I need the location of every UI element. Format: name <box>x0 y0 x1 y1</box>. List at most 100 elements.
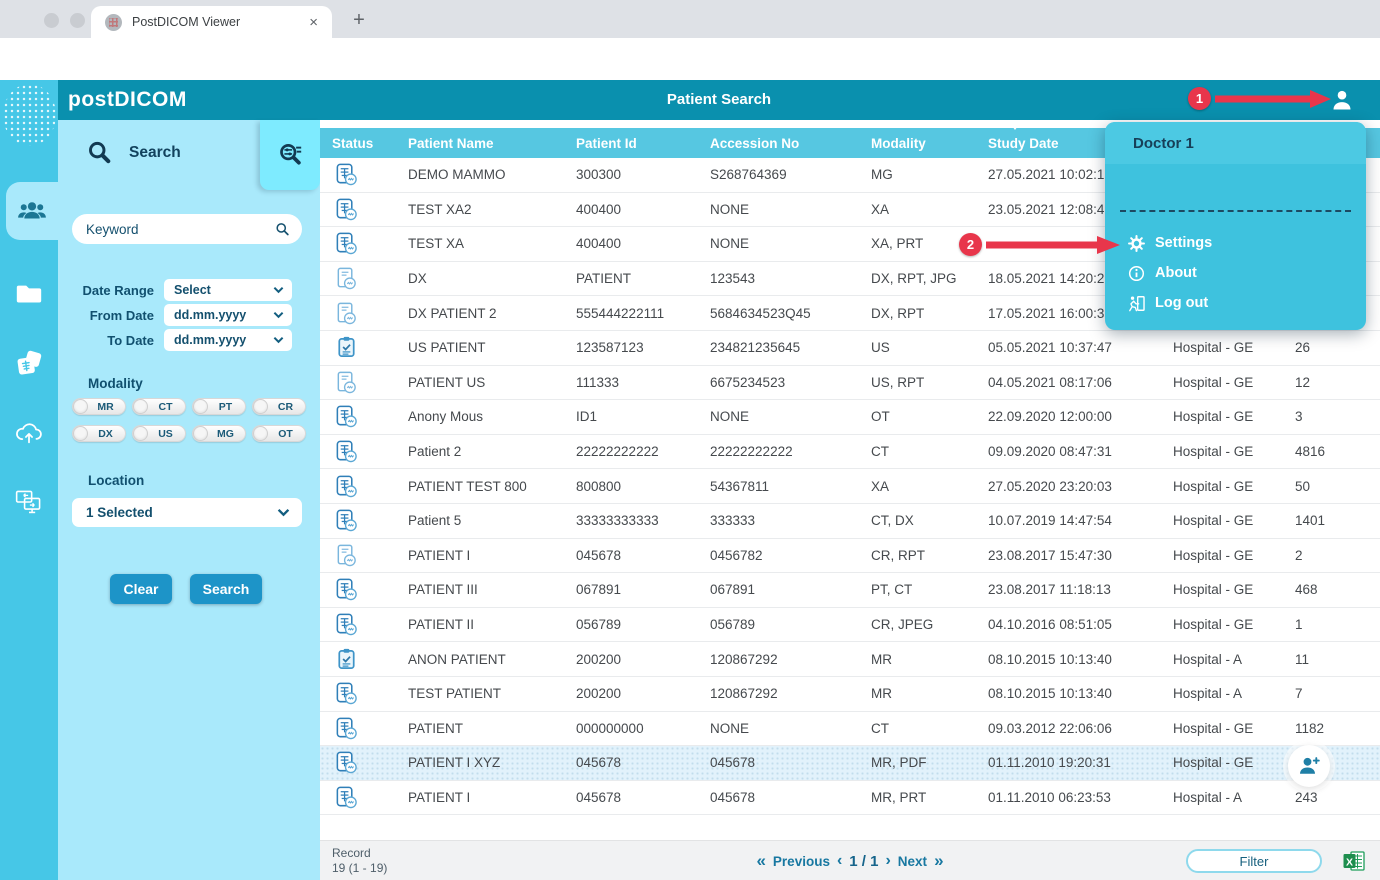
status-cell <box>332 612 408 637</box>
clear-button[interactable]: Clear <box>110 574 172 604</box>
chevron-down-icon <box>273 311 284 319</box>
tab-basic-search[interactable]: Search <box>58 124 258 182</box>
report-signed-status-icon <box>334 404 359 429</box>
next-page-chevron[interactable]: › <box>885 852 890 870</box>
browser-tab[interactable]: PostDICOM Viewer × <box>91 6 332 38</box>
patient-id-cell: 400400 <box>576 202 710 217</box>
image-count-cell: 11 <box>1295 652 1380 667</box>
patient-id-cell: 045678 <box>576 548 710 563</box>
modality-toggle-ot[interactable]: OT <box>252 425 306 442</box>
excel-export-icon[interactable]: X <box>1342 849 1366 873</box>
modality-toggle-dx[interactable]: DX <box>72 425 126 442</box>
modality-toggle-ct[interactable]: CT <box>132 398 186 415</box>
modality-cell: MR <box>871 652 988 667</box>
location-cell: Hospital - GE <box>1173 409 1295 424</box>
accession-no-cell: NONE <box>710 236 871 251</box>
accession-no-cell: 22222222222 <box>710 444 871 459</box>
modality-toggle-us[interactable]: US <box>132 425 186 442</box>
study-date-cell: 27.05.2020 23:20:03 <box>988 479 1173 494</box>
patient-id-cell: 22222222222 <box>576 444 710 459</box>
add-patient-floating-button[interactable] <box>1288 745 1330 787</box>
nav-patient-search[interactable] <box>6 182 58 240</box>
column-header-patient-id[interactable]: Patient Id <box>576 136 710 151</box>
nav-image-archive[interactable] <box>0 342 58 386</box>
from-date-select[interactable]: dd.mm.yyyy <box>164 304 292 326</box>
column-header-patient-name[interactable]: Patient Name <box>408 136 576 151</box>
nav-folders[interactable] <box>0 272 58 316</box>
window-minimize-dot[interactable] <box>70 13 85 28</box>
patient-id-cell: 200200 <box>576 652 710 667</box>
tab-close-icon[interactable]: × <box>305 14 322 31</box>
table-row[interactable]: PATIENT TEST 800 800800 54367811 XA 27.0… <box>320 469 1380 504</box>
status-cell <box>332 785 408 810</box>
table-row[interactable]: PATIENT US 111333 6675234523 US, RPT 04.… <box>320 366 1380 401</box>
left-navigation-rail <box>0 80 58 880</box>
menu-item-about[interactable]: About <box>1105 258 1366 288</box>
menu-item-logout[interactable]: Log out <box>1105 288 1366 318</box>
table-row[interactable]: PATIENT 000000000 NONE CT 09.03.2012 22:… <box>320 712 1380 747</box>
table-row[interactable]: PATIENT II 056789 056789 CR, JPEG 04.10.… <box>320 608 1380 643</box>
modality-toggle-mg[interactable]: MG <box>192 425 246 442</box>
table-row[interactable]: Anony Mous ID1 NONE OT 22.09.2020 12:00:… <box>320 400 1380 435</box>
column-header-modality[interactable]: Modality <box>871 136 988 151</box>
accession-no-cell: 045678 <box>710 755 871 770</box>
table-row[interactable]: PATIENT I 045678 0456782 CR, RPT 23.08.2… <box>320 539 1380 574</box>
location-cell: Hospital - GE <box>1173 479 1295 494</box>
accession-no-cell: 045678 <box>710 790 871 805</box>
column-header-accession-no[interactable]: Accession No <box>710 136 871 151</box>
patient-name-cell: PATIENT TEST 800 <box>408 479 576 494</box>
user-account-icon[interactable] <box>1330 88 1354 112</box>
clipboard-check-status-icon <box>334 335 359 360</box>
status-cell <box>332 577 408 602</box>
menu-separator <box>1120 210 1351 212</box>
table-row[interactable]: TEST PATIENT 200200 120867292 MR 08.10.2… <box>320 677 1380 712</box>
keyword-search-icon[interactable] <box>275 222 290 237</box>
table-row[interactable]: Patient 2 22222222222 22222222222 CT 09.… <box>320 435 1380 470</box>
advanced-search-icon <box>277 142 304 169</box>
table-row[interactable]: ANON PATIENT 200200 120867292 MR 08.10.2… <box>320 642 1380 677</box>
previous-button[interactable]: Previous <box>773 854 830 869</box>
next-button[interactable]: Next <box>898 854 927 869</box>
table-row[interactable]: PATIENT I XYZ 045678 045678 MR, PDF 01.1… <box>320 746 1380 781</box>
search-button[interactable]: Search <box>190 574 262 604</box>
nav-share-transfer[interactable] <box>0 480 58 524</box>
report-signed-status-icon <box>334 716 359 741</box>
first-page-button[interactable]: « <box>756 851 765 871</box>
status-cell <box>332 404 408 429</box>
modality-toggle-pt[interactable]: PT <box>192 398 246 415</box>
favicon <box>105 14 122 31</box>
modality-toggle-cr[interactable]: CR <box>252 398 306 415</box>
table-row[interactable]: US PATIENT 123587123 234821235645 US 05.… <box>320 331 1380 366</box>
image-count-cell: 4816 <box>1295 444 1380 459</box>
patient-id-cell: 300300 <box>576 167 710 182</box>
filter-button[interactable]: Filter <box>1186 849 1322 873</box>
patient-name-cell: US PATIENT <box>408 340 576 355</box>
new-tab-button[interactable]: + <box>346 9 372 31</box>
menu-item-settings[interactable]: Settings <box>1105 228 1366 258</box>
toggle-knob <box>133 426 148 441</box>
previous-page-chevron[interactable]: ‹ <box>837 852 842 870</box>
table-row[interactable]: PATIENT I 045678 045678 MR, PRT 01.11.20… <box>320 781 1380 816</box>
table-row[interactable]: Patient 5 33333333333 333333 CT, DX 10.0… <box>320 504 1380 539</box>
status-cell <box>332 231 408 256</box>
to-date-select[interactable]: dd.mm.yyyy <box>164 329 292 351</box>
patient-name-cell: Patient 5 <box>408 513 576 528</box>
toggle-knob <box>253 426 268 441</box>
chevron-down-icon <box>277 508 290 517</box>
modality-toggle-mr[interactable]: MR <box>72 398 126 415</box>
accession-no-cell: 5684634523Q45 <box>710 306 871 321</box>
column-header-status[interactable]: Status <box>332 136 408 151</box>
patient-name-cell: TEST XA <box>408 236 576 251</box>
location-select[interactable]: 1 Selected <box>72 498 302 527</box>
keyword-input[interactable] <box>86 222 275 237</box>
modality-cell: XA <box>871 479 988 494</box>
tab-advanced-search[interactable] <box>260 120 320 190</box>
table-row[interactable]: PATIENT III 067891 067891 PT, CT 23.08.2… <box>320 573 1380 608</box>
nav-upload[interactable] <box>0 410 58 454</box>
status-cell <box>332 197 408 222</box>
keyword-search-field[interactable] <box>72 214 302 244</box>
date-range-select[interactable]: Select <box>164 279 292 301</box>
last-page-button[interactable]: » <box>934 851 943 871</box>
location-cell: Hospital - A <box>1173 652 1295 667</box>
window-close-dot[interactable] <box>44 13 59 28</box>
